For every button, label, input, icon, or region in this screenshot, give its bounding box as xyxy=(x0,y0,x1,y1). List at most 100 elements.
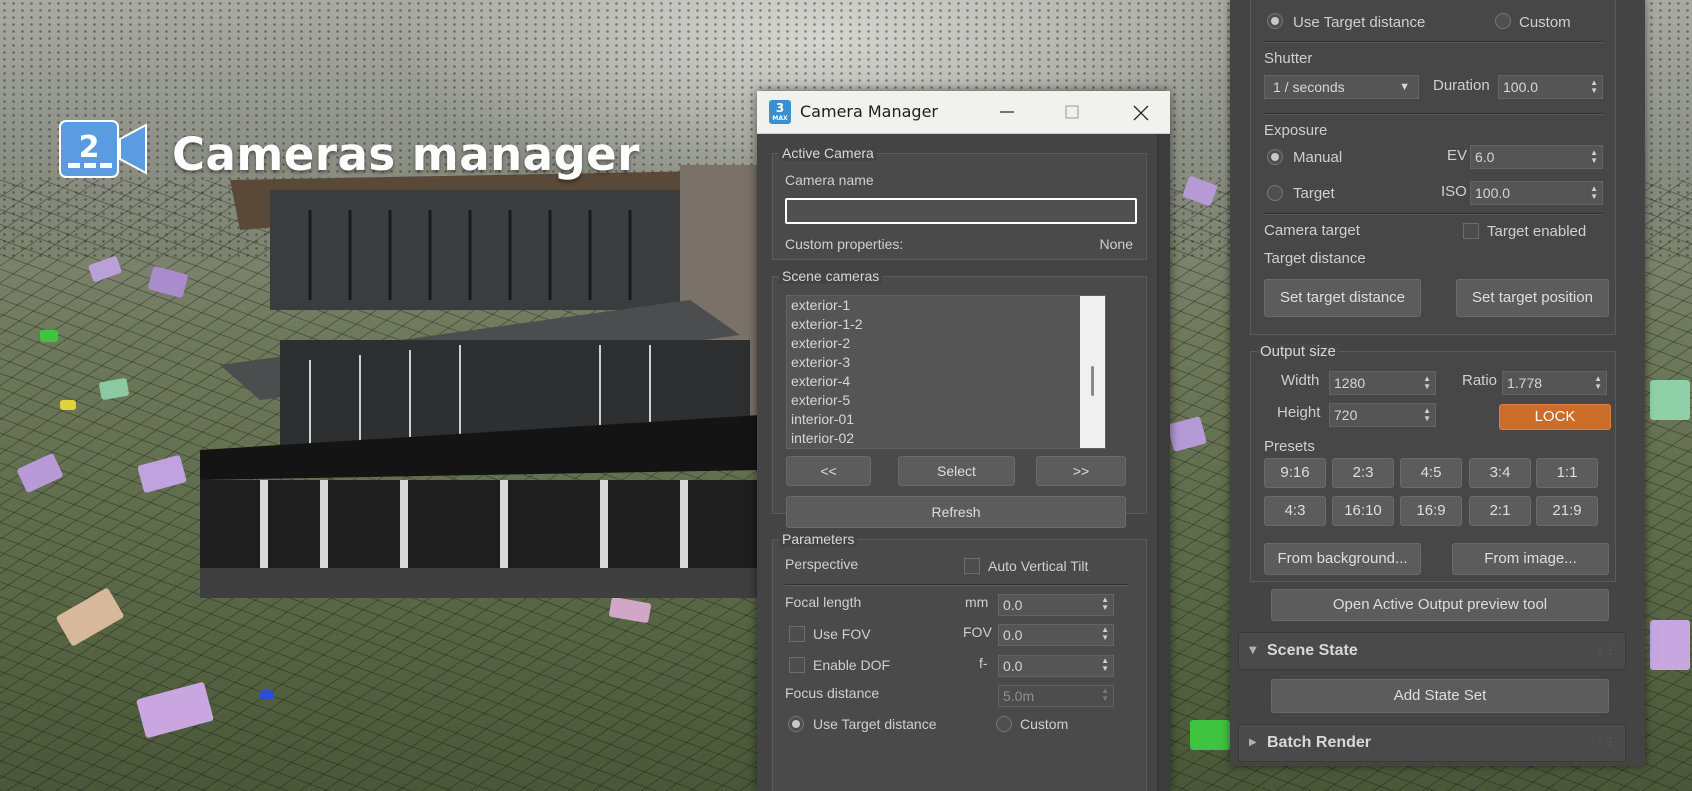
logo-number: 2 xyxy=(79,130,100,165)
open-output-preview-button[interactable]: Open Active Output preview tool xyxy=(1271,589,1609,621)
camera-icon: 2 xyxy=(59,120,147,178)
window-titlebar[interactable]: 3 MAX Camera Manager xyxy=(757,91,1170,134)
minimize-button[interactable] xyxy=(980,91,1034,133)
focus-distance-spinner[interactable]: 5.0m ▲ ▼ xyxy=(998,685,1114,707)
use-target-distance-radio[interactable] xyxy=(788,716,804,732)
auto-vertical-tilt-label: Auto Vertical Tilt xyxy=(988,558,1089,574)
custom-distance-radio[interactable] xyxy=(1495,13,1511,29)
set-target-position-button[interactable]: Set target position xyxy=(1456,279,1609,317)
camera-name-label: Camera name xyxy=(785,172,874,188)
camera-list-scrollbar[interactable] xyxy=(1080,296,1105,448)
target-distance-label: Target distance xyxy=(1264,250,1366,267)
spinner-arrows-icon[interactable]: ▲ ▼ xyxy=(1590,185,1598,201)
preset-button[interactable]: 9:16 xyxy=(1264,458,1326,488)
focus-distance-label: Focus distance xyxy=(785,685,880,701)
width-spinner[interactable]: 1280 ▲ ▼ xyxy=(1329,371,1436,395)
manual-exposure-radio[interactable] xyxy=(1267,149,1283,165)
add-state-set-button[interactable]: Add State Set xyxy=(1271,679,1609,713)
drag-grip-icon[interactable]: ⋮⋮ xyxy=(1595,737,1615,748)
select-camera-button[interactable]: Select xyxy=(898,456,1015,486)
target-enabled-checkbox[interactable] xyxy=(1463,223,1479,239)
custom-properties-value: None xyxy=(1099,236,1133,252)
scatter-object xyxy=(1650,380,1690,420)
preset-button[interactable]: 21:9 xyxy=(1536,496,1598,526)
camera-list-item[interactable]: interior-02 xyxy=(787,429,1105,448)
parameters-group-title: Parameters xyxy=(779,531,858,547)
previous-camera-button[interactable]: << xyxy=(786,456,871,486)
next-camera-button[interactable]: >> xyxy=(1036,456,1126,486)
focal-length-spinner[interactable]: 0.0 ▲ ▼ xyxy=(998,594,1114,616)
preset-button[interactable]: 4:3 xyxy=(1264,496,1326,526)
app-icon-sub: MAX xyxy=(772,115,788,122)
duration-spinner[interactable]: 100.0 ▲ ▼ xyxy=(1498,75,1603,99)
fov-spinner[interactable]: 0.0 ▲ ▼ xyxy=(998,624,1114,646)
from-background-button[interactable]: From background... xyxy=(1264,543,1421,575)
auto-vertical-tilt-checkbox[interactable] xyxy=(964,558,980,574)
spinner-arrows-icon[interactable]: ▲ ▼ xyxy=(1101,657,1109,673)
spinner-arrows-icon[interactable]: ▲ ▼ xyxy=(1423,407,1431,423)
use-target-distance-radio[interactable] xyxy=(1267,13,1283,29)
shutter-dropdown[interactable]: 1 / seconds ▼ xyxy=(1264,75,1419,99)
collapsed-arrow-icon: ▶ xyxy=(1249,737,1257,748)
iso-spinner[interactable]: 100.0 ▲ ▼ xyxy=(1470,181,1603,205)
enable-dof-checkbox[interactable] xyxy=(789,657,805,673)
scene-state-title: Scene State xyxy=(1267,642,1358,659)
camera-list-item[interactable]: interior-01 xyxy=(787,410,1105,429)
spinner-arrows-icon[interactable]: ▲ ▼ xyxy=(1423,375,1431,391)
preset-button[interactable]: 1:1 xyxy=(1536,458,1598,488)
camera-list-item[interactable]: exterior-1-2 xyxy=(787,315,1105,334)
target-exposure-label: Target xyxy=(1293,185,1335,202)
lock-ratio-button[interactable]: LOCK xyxy=(1499,404,1611,430)
preset-button[interactable]: 2:3 xyxy=(1332,458,1394,488)
preset-button[interactable]: 16:9 xyxy=(1400,496,1462,526)
camera-name-input[interactable] xyxy=(785,198,1137,224)
height-spinner[interactable]: 720 ▲ ▼ xyxy=(1329,403,1436,427)
from-image-button[interactable]: From image... xyxy=(1452,543,1609,575)
camera-list-item[interactable]: exterior-3 xyxy=(787,353,1105,372)
scene-state-rollout[interactable]: ▼ Scene State ⋮⋮ xyxy=(1238,632,1626,670)
spinner-arrows-icon[interactable]: ▲ ▼ xyxy=(1590,79,1598,95)
manual-exposure-label: Manual xyxy=(1293,149,1343,166)
close-icon xyxy=(1133,105,1149,121)
camera-list-item[interactable]: exterior-5 xyxy=(787,391,1105,410)
close-button[interactable] xyxy=(1113,91,1167,133)
set-target-distance-button[interactable]: Set target distance xyxy=(1264,279,1421,317)
window-scrollbar[interactable] xyxy=(1157,134,1170,791)
drag-grip-icon[interactable]: ⋮⋮ xyxy=(1595,645,1615,656)
focus-distance-value: 5.0m xyxy=(1003,688,1035,704)
batch-render-title: Batch Render xyxy=(1267,734,1372,751)
camera-list[interactable]: exterior-1 exterior-1-2 exterior-2 exterior… xyxy=(786,295,1106,449)
spinner-arrows-icon[interactable]: ▲ ▼ xyxy=(1101,626,1109,642)
preset-button[interactable]: 3:4 xyxy=(1469,458,1531,488)
maximize-button[interactable] xyxy=(1045,91,1099,133)
refresh-button[interactable]: Refresh xyxy=(786,496,1126,528)
use-fov-checkbox[interactable] xyxy=(789,626,805,642)
chevron-down-icon: ▼ xyxy=(1399,81,1410,93)
preset-button[interactable]: 4:5 xyxy=(1400,458,1462,488)
spinner-arrows-icon[interactable]: ▲ ▼ xyxy=(1101,596,1109,612)
camera-list-item[interactable]: exterior-4 xyxy=(787,372,1105,391)
parameters-group: Parameters Perspective Auto Vertical Til… xyxy=(772,531,1147,791)
ratio-value: 1.778 xyxy=(1507,375,1543,391)
spinner-arrows-icon[interactable]: ▲ ▼ xyxy=(1101,687,1109,703)
spinner-arrows-icon[interactable]: ▲ ▼ xyxy=(1594,375,1602,391)
app-icon: 3 MAX xyxy=(769,100,791,124)
spinner-arrows-icon[interactable]: ▲ ▼ xyxy=(1590,149,1598,165)
ratio-spinner[interactable]: 1.778 ▲ ▼ xyxy=(1502,371,1607,395)
scatter-object xyxy=(260,690,274,700)
camera-list-item[interactable]: exterior-1 xyxy=(787,296,1105,315)
custom-distance-radio[interactable] xyxy=(996,716,1012,732)
preset-button[interactable]: 2:1 xyxy=(1469,496,1531,526)
f-stop-value: 0.0 xyxy=(1003,658,1023,674)
minimize-icon xyxy=(1000,111,1014,113)
fov-value: 0.0 xyxy=(1003,627,1023,643)
camera-list-item[interactable]: exterior-2 xyxy=(787,334,1105,353)
exposure-label: Exposure xyxy=(1264,122,1328,139)
f-stop-spinner[interactable]: 0.0 ▲ ▼ xyxy=(998,655,1114,677)
preset-button[interactable]: 16:10 xyxy=(1332,496,1394,526)
batch-render-rollout[interactable]: ▶ Batch Render ⋮⋮ xyxy=(1238,724,1626,762)
target-exposure-radio[interactable] xyxy=(1267,185,1283,201)
camera-list-item[interactable]: interior-03 xyxy=(787,448,1105,449)
ev-spinner[interactable]: 6.0 ▲ ▼ xyxy=(1470,145,1603,169)
scroll-thumb[interactable] xyxy=(1091,366,1094,396)
